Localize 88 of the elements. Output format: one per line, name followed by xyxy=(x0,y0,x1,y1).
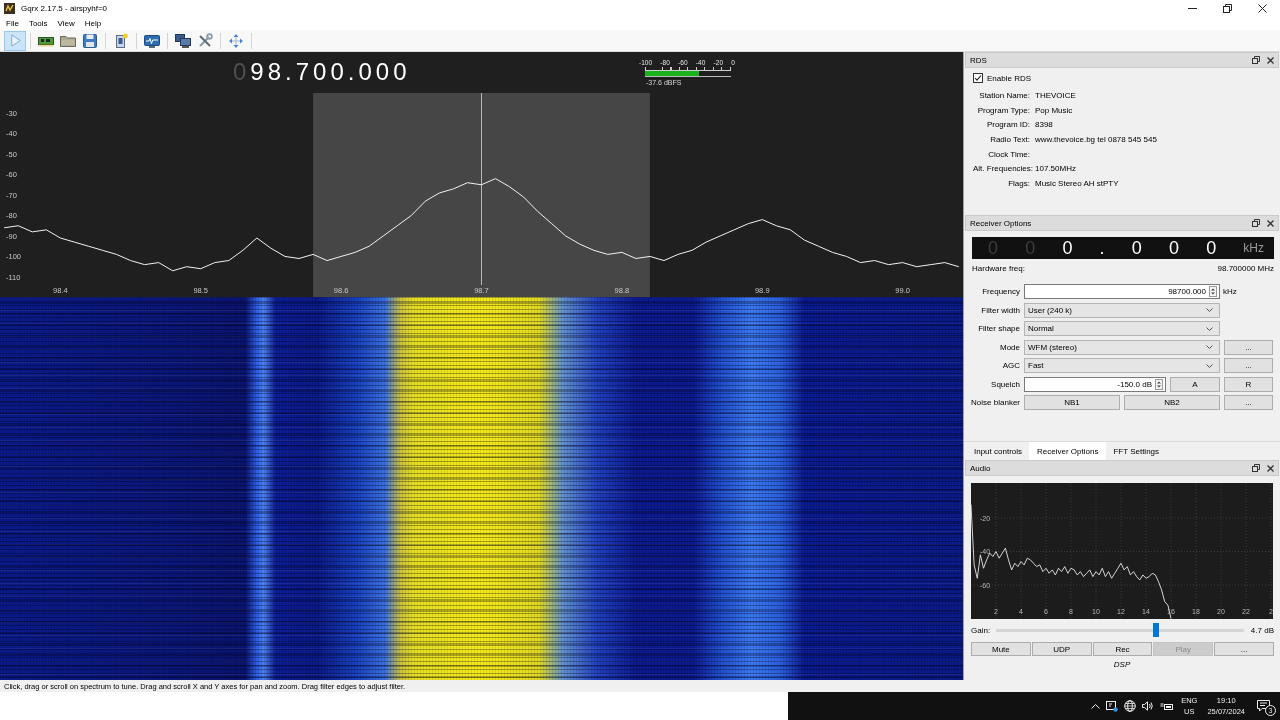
waterfall-display[interactable] xyxy=(0,297,963,680)
menu-item[interactable]: Tools xyxy=(23,18,53,28)
field-value: 8398 xyxy=(1035,120,1053,130)
dsp-label: DSP xyxy=(1113,660,1131,669)
form-label: Noise blanker xyxy=(970,397,1020,409)
push-button[interactable]: NB1 xyxy=(1024,395,1120,410)
form-label: Mode xyxy=(999,341,1020,354)
push-button[interactable]: R xyxy=(1224,376,1273,392)
float-icon[interactable] xyxy=(1252,56,1260,64)
notification-icon[interactable] xyxy=(1257,700,1270,712)
audio-button[interactable]: UDP xyxy=(1031,642,1092,656)
dropdown[interactable]: WFM (stereo) xyxy=(1024,339,1220,355)
dock-title: Receiver Options xyxy=(970,218,1032,228)
frequency-readout[interactable]: 98.700.000 xyxy=(250,60,411,84)
frequency-digit[interactable]: 0 xyxy=(1062,237,1073,259)
audio-button[interactable]: Mute xyxy=(971,642,1031,656)
close-icon[interactable] xyxy=(1267,56,1274,64)
tools-icon xyxy=(197,32,213,49)
gain-label: Gain: xyxy=(971,625,991,635)
restore-icon xyxy=(1223,3,1232,13)
frequency-digit[interactable]: 0 xyxy=(1168,237,1179,259)
push-button[interactable]: ... xyxy=(1224,395,1273,410)
minimize-icon xyxy=(1188,7,1197,9)
push-button[interactable]: NB2 xyxy=(1124,395,1220,410)
frequency-digit[interactable]: . xyxy=(1099,237,1105,259)
app-icon xyxy=(4,2,15,14)
unit-label: kHz xyxy=(1223,286,1237,298)
field-label: Radio Text: xyxy=(989,134,1030,144)
battery-icon[interactable] xyxy=(1160,701,1174,711)
display-icon[interactable] xyxy=(1106,700,1119,712)
slider-thumb[interactable] xyxy=(1152,623,1159,637)
spin-arrows-icon[interactable] xyxy=(1155,378,1163,390)
unit-label: kHz xyxy=(1243,241,1264,255)
close-icon[interactable] xyxy=(1267,219,1274,227)
form-label: Frequency xyxy=(981,286,1020,298)
spin-arrows-icon[interactable] xyxy=(1209,286,1217,297)
dock-title: RDS xyxy=(970,55,987,65)
computers-icon xyxy=(175,32,191,49)
form-label: Squelch xyxy=(990,378,1020,391)
chevron-down-icon xyxy=(1206,326,1213,331)
window-title: Gqrx 2.17.5 - airspyhf=0 xyxy=(21,3,108,13)
field-value: THEVOICE xyxy=(1035,90,1076,100)
field-label: Flags: xyxy=(1007,178,1030,188)
checkbox-label[interactable]: Enable RDS xyxy=(987,73,1032,83)
close-icon xyxy=(1258,3,1267,13)
move-arrows-icon xyxy=(228,32,244,49)
field-label: Program ID: xyxy=(985,120,1030,130)
field-label: Clock Time: xyxy=(987,149,1030,159)
dropdown[interactable]: Fast xyxy=(1024,358,1220,373)
field-label: Station Name: xyxy=(978,90,1030,100)
document-star-icon xyxy=(113,32,129,49)
gain-value: 4.7 dB xyxy=(1250,625,1274,635)
dropdown[interactable]: User (240 k) xyxy=(1024,302,1220,318)
globe-icon[interactable] xyxy=(1124,700,1137,712)
form-label: AGC xyxy=(1001,360,1020,372)
float-icon[interactable] xyxy=(1252,464,1260,472)
number-field[interactable]: 98700.000 xyxy=(1024,284,1220,299)
audio-button[interactable]: Rec xyxy=(1092,642,1153,656)
field-value: www.thevoice.bg tel 0878 545 545 xyxy=(1035,134,1157,144)
chevron-down-icon xyxy=(1206,345,1213,349)
menu-item[interactable]: File xyxy=(1,18,24,28)
number-field[interactable]: -150.0 dB xyxy=(1024,376,1166,392)
chevron-up-icon[interactable] xyxy=(1091,703,1101,709)
field-label: Program Type: xyxy=(976,105,1030,115)
hardware-freq-value: 98.700000 MHz xyxy=(1217,263,1274,273)
chevron-down-icon xyxy=(1206,363,1213,368)
field-value: Pop Music xyxy=(1035,105,1073,115)
float-icon[interactable] xyxy=(1252,219,1260,227)
push-button[interactable]: ... xyxy=(1224,339,1273,355)
audio-button[interactable]: ... xyxy=(1214,642,1274,656)
frequency-digit[interactable]: 0 xyxy=(1131,237,1142,259)
speaker-icon[interactable] xyxy=(1142,701,1155,711)
frequency-digit[interactable]: 0 xyxy=(1206,237,1217,259)
dropdown[interactable]: Normal xyxy=(1024,321,1220,336)
push-button[interactable]: A xyxy=(1170,376,1220,392)
dock-title: Audio xyxy=(970,463,991,473)
field-value: Music Stereo AH stPTY xyxy=(1035,178,1119,188)
push-button[interactable]: ... xyxy=(1224,358,1273,373)
menu-item[interactable]: View xyxy=(52,18,80,28)
close-icon[interactable] xyxy=(1267,464,1274,472)
tab[interactable]: Receiver Options xyxy=(1029,442,1107,460)
hardware-freq-label: Hardware freq: xyxy=(972,263,1025,273)
checkbox[interactable] xyxy=(973,73,983,83)
form-label: Filter width xyxy=(980,304,1020,317)
chevron-down-icon xyxy=(1206,308,1213,312)
field-value: 107.50MHz xyxy=(1035,164,1076,174)
menu-item[interactable]: Help xyxy=(79,18,107,28)
form-label: Filter shape xyxy=(977,323,1020,335)
